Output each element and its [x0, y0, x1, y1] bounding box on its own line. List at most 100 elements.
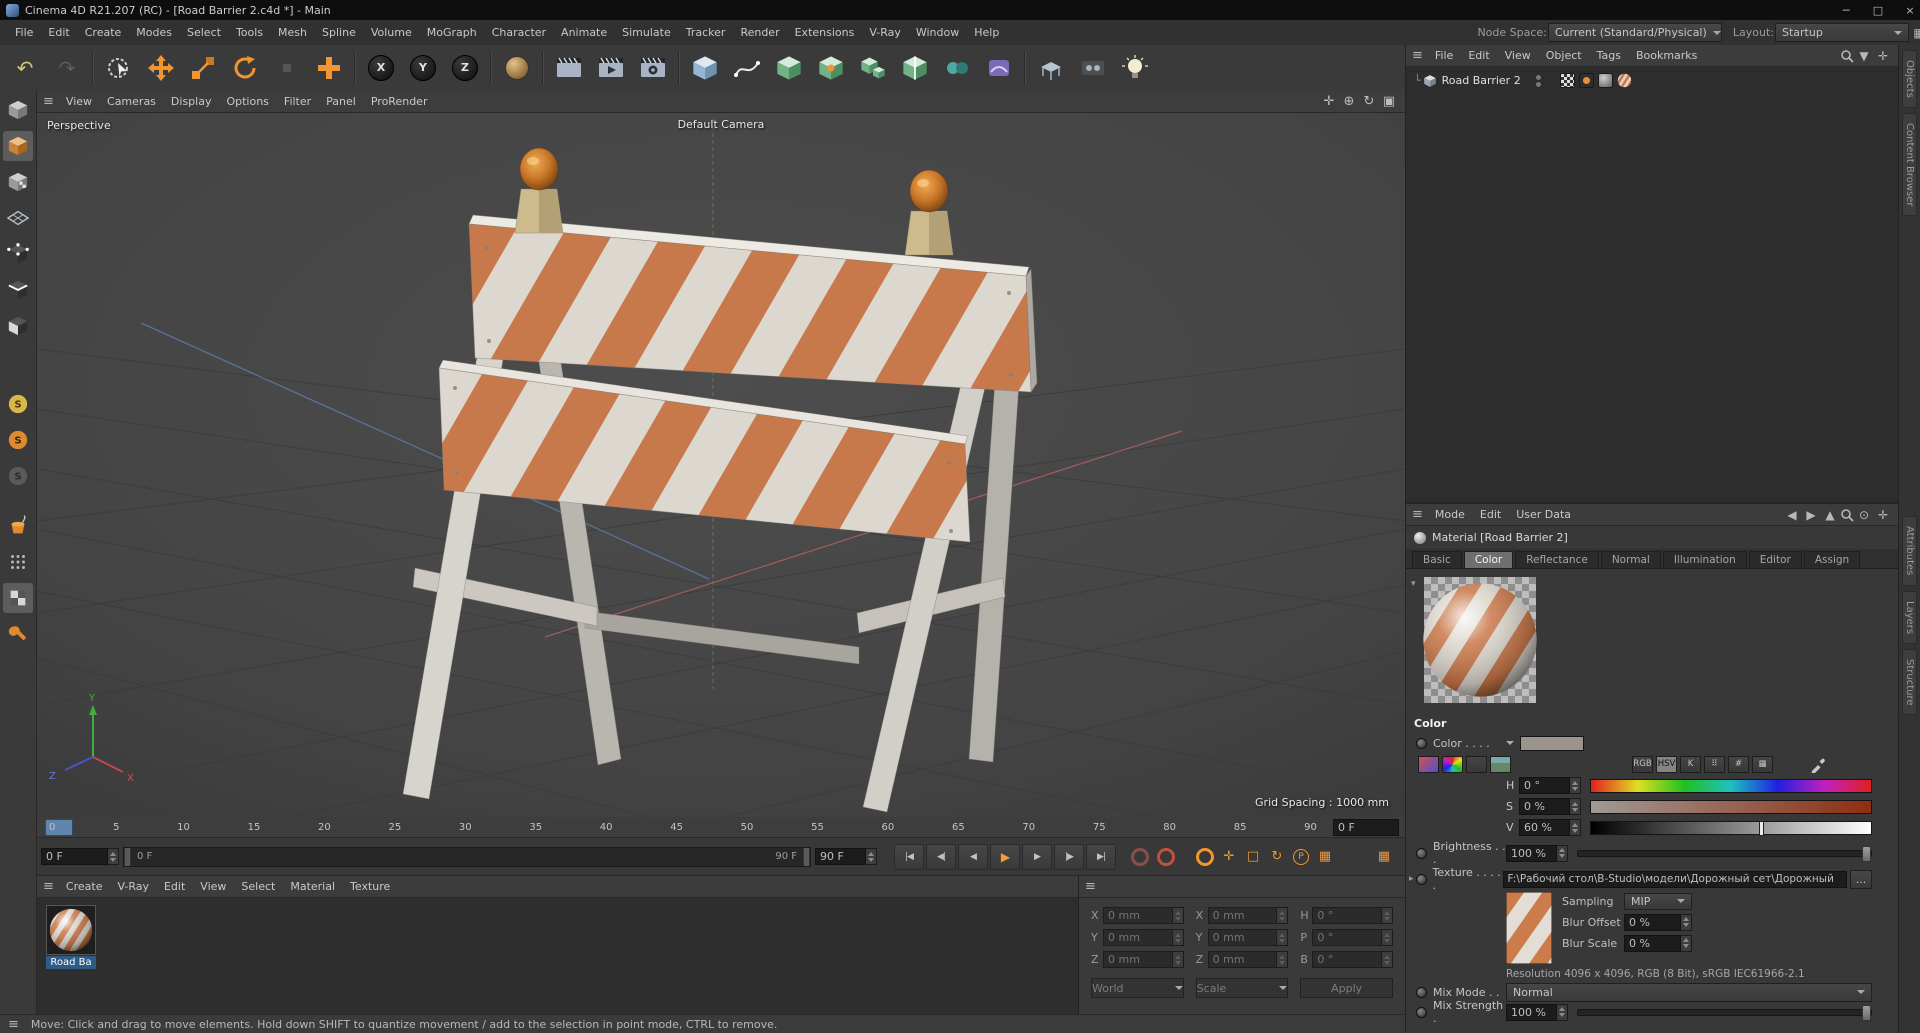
frame-end-stepper[interactable]: 90 F [815, 848, 877, 865]
uvw-tag-icon[interactable] [1560, 73, 1575, 88]
color-swatch[interactable] [1520, 735, 1584, 751]
menu-vray[interactable]: V-Ray [862, 23, 908, 42]
menu-animate[interactable]: Animate [554, 23, 614, 42]
chevron-down-icon[interactable] [1506, 741, 1514, 745]
menu-spline[interactable]: Spline [315, 23, 363, 42]
viewport-canvas[interactable]: Y X Z Perspective Default Camera Grid Sp… [37, 113, 1405, 817]
tab-assign[interactable]: Assign [1803, 551, 1861, 568]
add-icon[interactable]: ✛ [1874, 508, 1892, 522]
vp-menu-cameras[interactable]: Cameras [100, 92, 163, 111]
value-marker[interactable] [1759, 820, 1764, 836]
brightness-slider-handle[interactable] [1862, 845, 1871, 862]
menu-tools[interactable]: Tools [229, 23, 270, 42]
texture-checker-button[interactable] [3, 583, 33, 613]
world-dropdown[interactable]: World [1091, 978, 1184, 998]
rotation-b-field[interactable]: 0 ° [1312, 951, 1393, 968]
vp-menu-prorender[interactable]: ProRender [364, 92, 435, 111]
rgb-mode-button[interactable]: RGB [1632, 755, 1653, 773]
solo-hierarchy-button[interactable]: S [3, 461, 33, 491]
scale-dropdown[interactable]: Scale [1195, 978, 1289, 998]
make-editable-button[interactable] [3, 95, 33, 125]
autokey-record-button[interactable] [1155, 846, 1177, 868]
saturation-gradient-bar[interactable] [1590, 799, 1872, 814]
dock-tab-structure[interactable]: Structure [1902, 648, 1917, 716]
dock-tab-layers[interactable]: Layers [1902, 590, 1917, 644]
key-parameter-button[interactable]: P [1290, 846, 1312, 868]
autokey-toggle-button[interactable] [1194, 846, 1216, 868]
material-name[interactable]: Road Ba [46, 956, 96, 969]
vp-menu-display[interactable]: Display [164, 92, 219, 111]
size-x-field[interactable]: 0 mm [1207, 907, 1289, 924]
material-tag-icon[interactable] [1617, 73, 1632, 88]
menu-tracker[interactable]: Tracker [679, 23, 733, 42]
tab-illumination[interactable]: Illumination [1662, 551, 1747, 568]
minimize-button[interactable]: ─ [1830, 0, 1862, 20]
om-menu-file[interactable]: File [1428, 46, 1460, 65]
menu-render[interactable]: Render [733, 23, 786, 42]
menu-extensions[interactable]: Extensions [788, 23, 862, 42]
record-button[interactable] [1129, 846, 1151, 868]
animate-dot-icon[interactable] [1416, 986, 1427, 998]
animate-dot-icon[interactable] [1415, 873, 1427, 885]
light-button[interactable] [1114, 47, 1156, 89]
blur-scale-stepper[interactable]: 0 % [1624, 934, 1692, 952]
brightness-stepper[interactable]: 100 % [1506, 844, 1568, 862]
value-stepper[interactable]: 60 % [1519, 819, 1581, 836]
x-axis-lock-button[interactable]: X [360, 47, 402, 89]
mixer-mode-button[interactable]: ▦ [1752, 755, 1773, 773]
object-name[interactable]: Road Barrier 2 [1442, 74, 1521, 87]
timeline-ruler[interactable]: 05 10 15 20 25 30 35 40 45 50 55 60 65 70 75 80… [37, 817, 1405, 838]
solo-off-button[interactable]: S [3, 389, 33, 419]
hue-gradient-bar[interactable] [1590, 778, 1872, 793]
maximize-button[interactable]: □ [1862, 0, 1894, 20]
filter-icon[interactable]: ▼ [1855, 49, 1873, 63]
menu-volume[interactable]: Volume [364, 23, 419, 42]
hsv-mode-button[interactable]: HSV [1656, 755, 1677, 773]
previous-frame-button[interactable]: ◀ [958, 843, 988, 870]
om-menu-bookmarks[interactable]: Bookmarks [1629, 46, 1704, 65]
render-view-button[interactable] [548, 47, 590, 89]
hamburger-icon[interactable]: ≡ [1412, 48, 1423, 63]
apply-button[interactable]: Apply [1300, 978, 1394, 998]
play-button[interactable]: ▶ [990, 843, 1020, 870]
compact-mode-button[interactable]: ⠿ [1704, 755, 1725, 773]
menu-help[interactable]: Help [967, 23, 1006, 42]
camera-dolly-icon[interactable]: ⊕ [1339, 94, 1359, 109]
add-icon[interactable]: ✛ [1874, 49, 1892, 63]
mix-mode-dropdown[interactable]: Normal [1506, 982, 1872, 1002]
am-menu-mode[interactable]: Mode [1428, 505, 1472, 524]
hamburger-icon[interactable]: ≡ [1085, 879, 1096, 894]
key-scale-button[interactable]: □ [1242, 846, 1264, 868]
menu-mograph[interactable]: MoGraph [420, 23, 484, 42]
workplane-mode-button[interactable] [3, 203, 33, 233]
menu-create[interactable]: Create [78, 23, 129, 42]
mat-menu-select[interactable]: Select [234, 877, 282, 896]
current-frame-field[interactable]: 0 F [1333, 819, 1399, 836]
vp-menu-panel[interactable]: Panel [319, 92, 363, 111]
y-axis-lock-button[interactable]: Y [402, 47, 444, 89]
menu-character[interactable]: Character [485, 23, 553, 42]
menu-mesh[interactable]: Mesh [271, 23, 314, 42]
polygons-mode-button[interactable] [3, 311, 33, 341]
position-z-field[interactable]: 0 mm [1103, 951, 1184, 968]
animate-dot-icon[interactable] [1416, 847, 1427, 859]
frame-start-stepper[interactable]: 0 F [41, 848, 119, 865]
timeline-window-button[interactable]: ▦ [1373, 846, 1395, 868]
history-back-icon[interactable]: ◀ [1783, 508, 1801, 522]
tab-editor[interactable]: Editor [1748, 551, 1802, 568]
scale-tool-button[interactable] [182, 47, 224, 89]
phong-tag-icon[interactable] [1598, 73, 1613, 88]
volume-builder-button[interactable] [936, 47, 978, 89]
mix-strength-stepper[interactable]: 100 % [1506, 1003, 1568, 1021]
mat-menu-texture[interactable]: Texture [343, 877, 397, 896]
symmetry-button[interactable] [894, 47, 936, 89]
instance-button[interactable] [810, 47, 852, 89]
menu-simulate[interactable]: Simulate [615, 23, 678, 42]
layout-select[interactable]: Startup [1775, 23, 1909, 42]
hamburger-icon[interactable]: ≡ [43, 94, 54, 109]
saturation-stepper[interactable]: 0 % [1519, 798, 1581, 815]
menu-select[interactable]: Select [180, 23, 228, 42]
search-icon[interactable] [1840, 508, 1854, 522]
brightness-slider[interactable] [1577, 845, 1872, 862]
primitive-cube-button[interactable] [684, 47, 726, 89]
